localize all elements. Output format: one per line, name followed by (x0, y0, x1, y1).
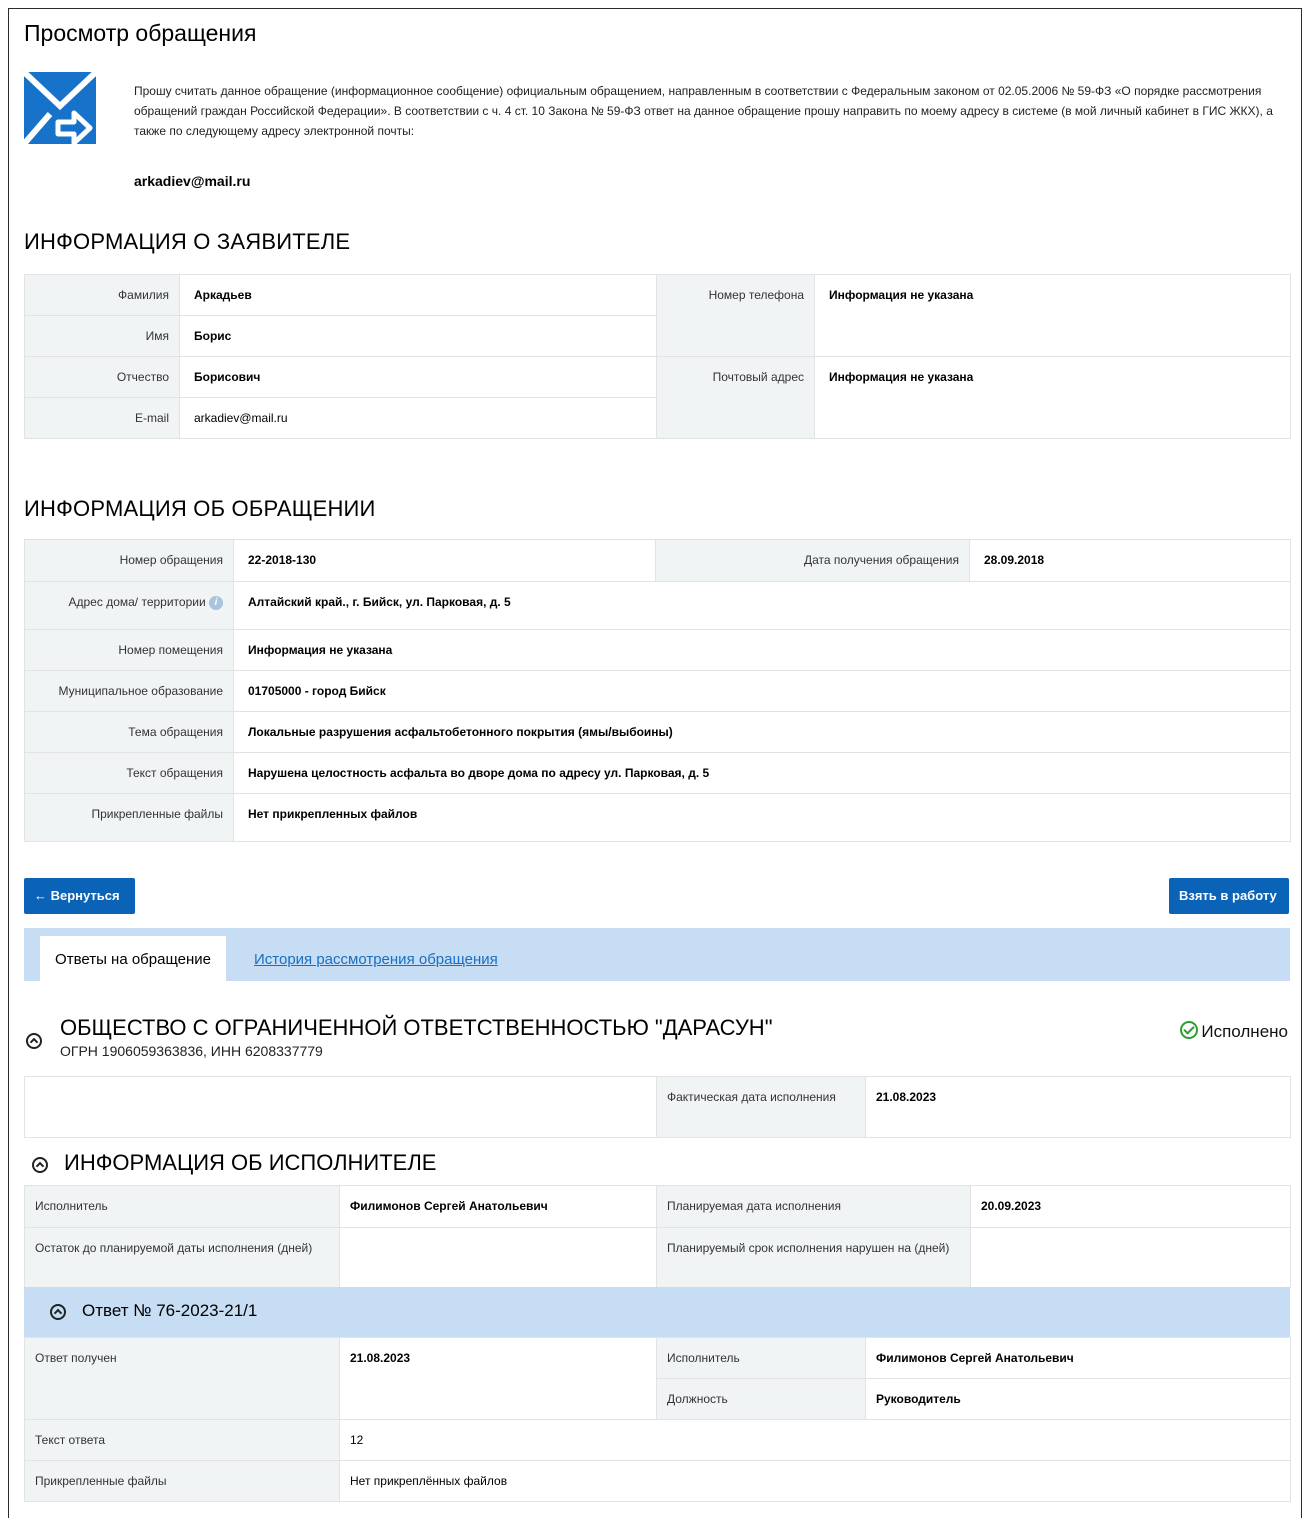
appeal-text-label: Текст обращения (24, 752, 234, 794)
answer-table: Ответ получен 21.08.2023 Исполнитель Фил… (24, 1337, 1291, 1502)
overdue-value (970, 1227, 1291, 1288)
appeal-date-label: Дата получения обращения (655, 539, 970, 582)
answer-files-value: Нет прикреплённых файлов (339, 1460, 1291, 1502)
address-label-text: Адрес дома/ территории (68, 595, 206, 609)
appeal-files-label: Прикрепленные файлы (24, 793, 234, 842)
topic-label: Тема обращения (24, 711, 234, 753)
org-status: Исполнено (1180, 1021, 1288, 1042)
executor-table: Исполнитель Филимонов Сергей Анатольевич… (24, 1185, 1291, 1288)
answer-executor-value: Филимонов Сергей Анатольевич (865, 1337, 1291, 1379)
phone-label: Номер телефона (656, 274, 815, 357)
answer-files-label: Прикрепленные файлы (24, 1460, 340, 1502)
info-icon[interactable]: i (209, 595, 223, 610)
surname-label: Фамилия (24, 274, 180, 316)
appeal-date-value: 28.09.2018 (969, 539, 1291, 582)
municipality-label: Муниципальное образование (24, 670, 234, 712)
patronymic-label: Отчество (24, 356, 180, 398)
answer-text-value: 12 (339, 1419, 1291, 1461)
answer-executor-label: Исполнитель (656, 1337, 866, 1379)
position-value: Руководитель (865, 1378, 1291, 1420)
remaining-label: Остаток до планируемой даты исполнения (… (24, 1227, 340, 1288)
address-value: Алтайский край., г. Бийск, ул. Парковая,… (233, 581, 1291, 630)
remaining-value (339, 1227, 657, 1288)
address-label: Адрес дома/ территории i (24, 581, 234, 630)
email-label: E-mail (24, 397, 180, 439)
collapse-executor-icon[interactable] (32, 1157, 48, 1173)
take-to-work-button[interactable]: Взять в работу (1169, 878, 1289, 914)
applicant-table: Фамилия Аркадьев Номер телефона Информац… (24, 274, 1291, 439)
main-content: Просмотр обращения Прошу считать данное … (24, 18, 1291, 1502)
intro-text: Прошу считать данное обращение (информац… (134, 84, 1273, 138)
name-value: Борис (179, 315, 657, 357)
email-value: arkadiev@mail.ru (179, 397, 657, 439)
received-value: 21.08.2023 (339, 1337, 657, 1420)
answer-title: Ответ № 76-2023-21/1 (82, 1301, 258, 1320)
executor-heading: ИНФОРМАЦИЯ ОБ ИСПОЛНИТЕЛЕ (64, 1150, 437, 1175)
planned-date-label: Планируемая дата исполнения (656, 1185, 971, 1228)
executor-label: Исполнитель (24, 1185, 340, 1228)
surname-value: Аркадьев (179, 274, 657, 316)
answer-text-label: Текст ответа (24, 1419, 340, 1461)
tab-history[interactable]: История рассмотрения обращения (254, 936, 498, 981)
overdue-label: Планируемый срок исполнения нарушен на (… (656, 1227, 971, 1288)
appeal-text-value: Нарушена целостность асфальта во дворе д… (233, 752, 1291, 794)
org-header: ОБЩЕСТВО С ОГРАНИЧЕННОЙ ОТВЕТСТВЕННОСТЬЮ… (24, 1015, 1290, 1065)
topic-value: Локальные разрушения асфальтобетонного п… (233, 711, 1291, 753)
room-value: Информация не указана (233, 629, 1291, 671)
appeal-table: Номер обращения 22-2018-130 Дата получен… (24, 539, 1291, 842)
actual-date-label: Фактическая дата исполнения (656, 1076, 866, 1138)
org-table: Фактическая дата исполнения 21.08.2023 (24, 1076, 1291, 1138)
intro-block: Прошу считать данное обращение (информац… (24, 48, 1290, 189)
room-label: Номер помещения (24, 629, 234, 671)
back-button[interactable]: ← Вернуться (24, 878, 135, 914)
position-label: Должность (656, 1378, 866, 1420)
municipality-value: 01705000 - город Бийск (233, 670, 1291, 712)
org-ids: ОГРН 1906059363836, ИНН 6208337779 (60, 1043, 323, 1059)
org-empty-cell (24, 1076, 657, 1138)
page-title: Просмотр обращения (24, 20, 257, 46)
check-circle-icon (1180, 1021, 1199, 1039)
received-label: Ответ получен (24, 1337, 340, 1420)
appeal-number-value: 22-2018-130 (233, 539, 656, 582)
applicant-heading: ИНФОРМАЦИЯ О ЗАЯВИТЕЛЕ (24, 229, 351, 254)
phone-value: Информация не указана (814, 274, 1291, 357)
envelope-arrow-icon (24, 72, 96, 144)
tab-bar: Ответы на обращение История рассмотрения… (24, 928, 1290, 981)
appeal-files-value: Нет прикрепленных файлов (233, 793, 1291, 842)
collapse-answer-icon[interactable] (50, 1304, 66, 1320)
name-label: Имя (24, 315, 180, 357)
answer-header: Ответ № 76-2023-21/1 (24, 1287, 1290, 1337)
collapse-org-icon[interactable] (26, 1033, 42, 1049)
appeal-number-label: Номер обращения (24, 539, 234, 582)
postal-label: Почтовый адрес (656, 356, 815, 439)
actual-date-value: 21.08.2023 (865, 1076, 1291, 1138)
org-name: ОБЩЕСТВО С ОГРАНИЧЕННОЙ ОТВЕТСТВЕННОСТЬЮ… (60, 1015, 773, 1040)
postal-value: Информация не указана (814, 356, 1291, 439)
org-status-text: Исполнено (1201, 1022, 1288, 1041)
planned-date-value: 20.09.2023 (970, 1185, 1291, 1228)
tab-answers[interactable]: Ответы на обращение (40, 936, 226, 981)
executor-value: Филимонов Сергей Анатольевич (339, 1185, 657, 1228)
appeal-heading: ИНФОРМАЦИЯ ОБ ОБРАЩЕНИИ (24, 496, 376, 521)
intro-email: arkadiev@mail.ru (134, 173, 251, 189)
patronymic-value: Борисович (179, 356, 657, 398)
